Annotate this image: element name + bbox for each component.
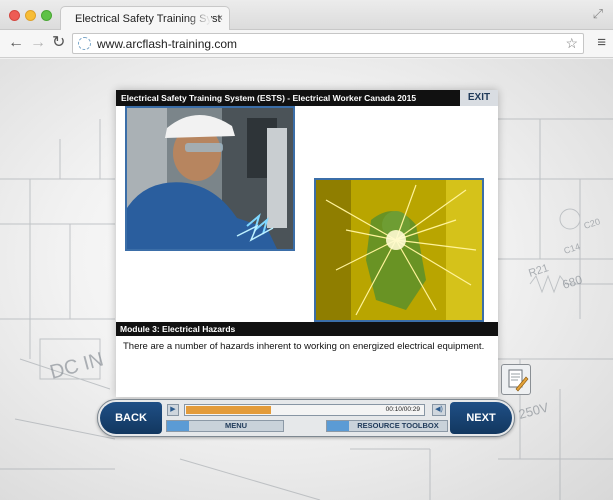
address-bar[interactable]: www.arcflash-training.com ☆ [72,33,584,54]
time-readout: 00:10/00:29 [385,406,420,413]
url-text[interactable]: www.arcflash-training.com [97,37,237,51]
player-controls: BACK ▶ 00:10/00:29 ◀) MENU RESOURCE TOOL… [97,399,515,437]
browser-toolbar: ← → ↻ www.arcflash-training.com ☆ ≡ [0,30,613,58]
tab-fade [187,7,211,31]
worker-scene-image [125,106,295,251]
narration-caption: There are a number of hazards inherent t… [123,341,485,352]
label-r21: R21 [527,262,550,280]
course-window: Electrical Safety Training System (ESTS)… [116,90,498,397]
close-window-button[interactable] [9,10,20,21]
label-680: 680 [561,272,585,292]
progress-bar[interactable]: 00:10/00:29 [184,404,425,416]
browser-tab[interactable]: Electrical Safety Training Syst × [60,6,230,31]
next-button[interactable]: NEXT [450,402,512,434]
module-title: Module 3: Electrical Hazards [120,324,236,334]
course-title: Electrical Safety Training System (ESTS)… [121,93,417,103]
star-icon[interactable]: ☆ [565,35,578,52]
menu-button-label: MENU [224,421,248,430]
menu-button[interactable]: MENU [166,420,284,432]
label-250v: 250V [517,399,551,421]
toolbox-button-accent [327,421,349,431]
back-arrow-icon[interactable]: ← [8,34,24,52]
label-c20: C20 [583,216,602,231]
menu-button-accent [167,421,189,431]
menu-icon[interactable]: ≡ [597,34,606,51]
course-header: Electrical Safety Training System (ESTS)… [116,90,498,106]
document-pencil-icon [508,369,529,392]
resource-document-icon[interactable] [501,364,531,395]
zoom-window-button[interactable] [41,10,52,21]
arc-flash-illustration [316,180,482,320]
browser-title-bar: Electrical Safety Training Syst × ⤢ [0,0,613,31]
label-c14: C14 [563,241,582,256]
worker-illustration [127,108,293,249]
tab-close-icon[interactable]: × [217,13,223,24]
forward-arrow-icon[interactable]: → [30,34,46,52]
toolbox-button-label: RESOURCE TOOLBOX [357,421,439,430]
progress-fill [186,406,271,414]
module-bar: Module 3: Electrical Hazards [116,322,498,336]
page-content: R21 680 C14 C20 DC IN 250V Electrical Sa… [0,59,613,500]
reload-icon[interactable]: ↻ [52,34,65,52]
arc-flash-scene-image [314,178,484,322]
exit-button[interactable]: EXIT [460,90,498,106]
play-icon[interactable]: ▶ [167,404,179,416]
expand-icon[interactable]: ⤢ [593,6,603,22]
resource-toolbox-button[interactable]: RESOURCE TOOLBOX [326,420,448,432]
back-button[interactable]: BACK [100,402,162,434]
volume-icon[interactable]: ◀) [432,404,446,416]
site-icon [78,37,91,50]
minimize-window-button[interactable] [25,10,36,21]
